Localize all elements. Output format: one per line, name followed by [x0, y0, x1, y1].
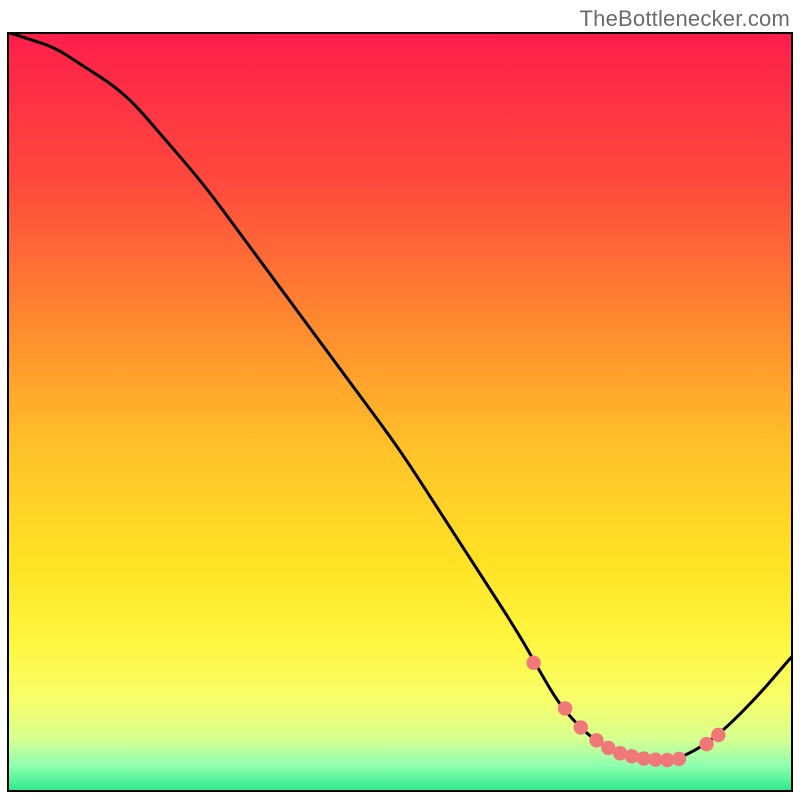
curve-marker: [558, 701, 572, 715]
curve-marker: [574, 720, 588, 734]
attribution-text: TheBottlenecker.com: [580, 6, 790, 32]
chart-container: TheBottlenecker.com: [0, 0, 800, 800]
curve-marker: [526, 656, 540, 670]
curve-marker: [589, 733, 603, 747]
bottleneck-chart: [7, 32, 793, 792]
curve-marker: [699, 737, 713, 751]
plot-background: [7, 32, 793, 792]
curve-marker: [672, 752, 686, 766]
curve-marker: [711, 728, 725, 742]
